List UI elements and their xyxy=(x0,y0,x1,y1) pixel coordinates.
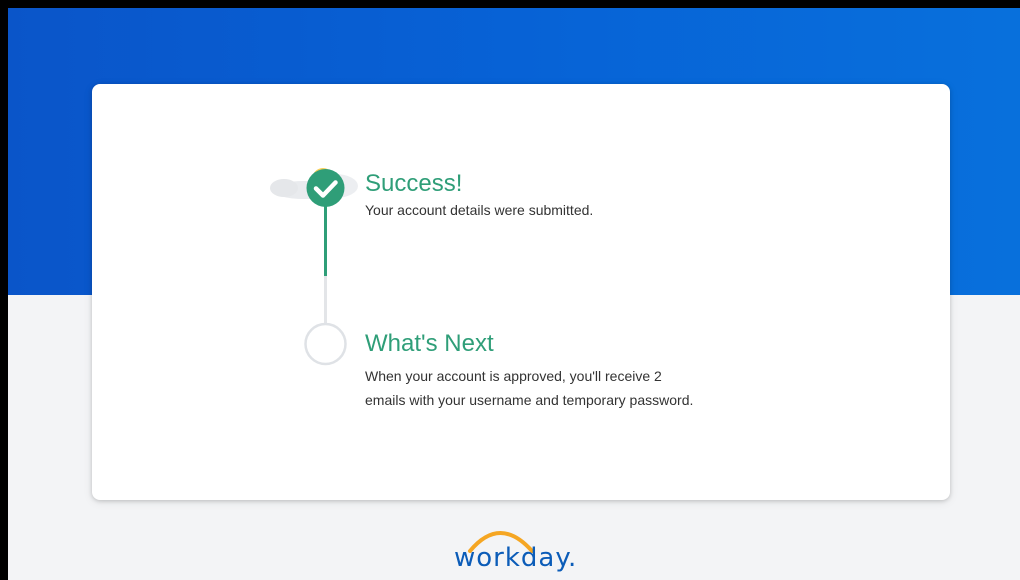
logo-wordmark: workday. xyxy=(454,543,578,573)
progress-timeline xyxy=(270,168,358,366)
success-message: Your account details were submitted. xyxy=(365,198,795,222)
whats-next-heading: What's Next xyxy=(365,330,494,357)
progress-line-pending xyxy=(324,276,327,324)
check-circle-icon xyxy=(306,169,345,207)
success-message-line: Your account details were submitted. xyxy=(365,202,594,218)
page-viewport: Success! Your account details were submi… xyxy=(8,8,1020,580)
empty-circle-icon xyxy=(304,322,347,366)
whats-next-line-2: emails with your username and temporary … xyxy=(365,392,694,408)
workday-logo: workday. xyxy=(448,521,588,579)
success-heading: Success! xyxy=(365,170,463,197)
whats-next-message: When your account is approved, you'll re… xyxy=(365,364,795,412)
whats-next-line-1: When your account is approved, you'll re… xyxy=(365,368,662,384)
confirmation-card: Success! Your account details were submi… xyxy=(92,84,950,500)
